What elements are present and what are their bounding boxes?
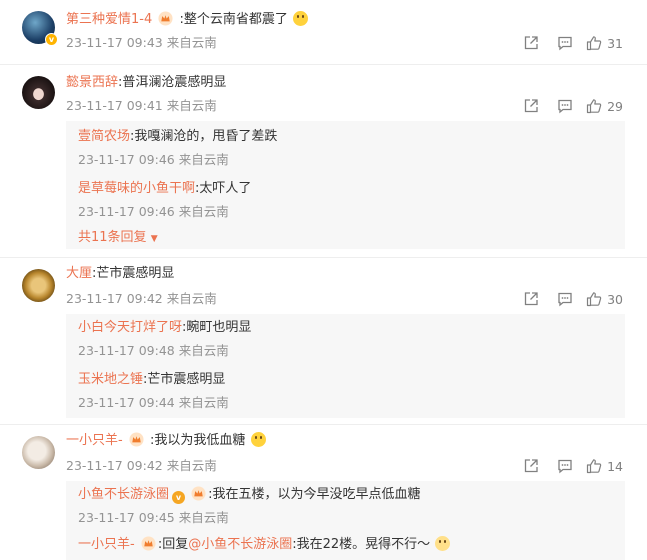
avatar[interactable] <box>22 269 55 302</box>
reply-list: 小白今天打烊了呀:畹町也明显 23-11-17 09:48 来自云南 玉米地之锤… <box>66 314 625 418</box>
reply-username[interactable]: 一小只羊- <box>78 537 135 552</box>
reply-username[interactable]: 小白今天打烊了呀 <box>78 320 182 335</box>
share-button[interactable] <box>523 33 539 53</box>
reply-button[interactable] <box>557 33 573 53</box>
like-button[interactable]: 14 <box>586 456 623 476</box>
reply-button[interactable] <box>557 289 573 309</box>
like-icon <box>586 36 602 51</box>
reply-timestamp: 23-11-17 09:44 来自云南 <box>78 395 229 410</box>
like-button[interactable]: 31 <box>586 33 623 53</box>
comment-timestamp: 23-11-17 09:43 来自云南 <box>66 35 217 50</box>
reply-text: :我嘎澜沧的，甩昏了差跌 <box>130 129 278 144</box>
like-button[interactable]: 30 <box>586 289 623 309</box>
like-count: 31 <box>607 35 623 51</box>
reply-text: :我在22楼。晃得不行～ <box>292 537 431 552</box>
reply-mention-link[interactable]: @小鱼不长游泳圈 <box>188 537 292 552</box>
comment-icon <box>558 459 572 474</box>
verified-badge-icon: v <box>45 33 58 46</box>
vip-crown-icon <box>191 486 206 501</box>
reply-list: 壹简农场:我嘎澜沧的，甩昏了差跌 23-11-17 09:46 来自云南 是草莓… <box>66 121 625 249</box>
more-replies-link[interactable]: 共11条回复 ▼ <box>78 229 158 248</box>
like-count: 29 <box>607 98 623 114</box>
vip-crown-icon <box>129 432 144 447</box>
reply-button[interactable] <box>557 456 573 476</box>
comment-item: 懿景西辞:普洱澜沧震感明显 23-11-17 09:41 来自云南 29 壹简农… <box>0 65 647 258</box>
comment-item: 大厘:芒市震感明显 23-11-17 09:42 来自云南 30 小白今天打烊了… <box>0 258 647 425</box>
laughing-emoji-icon <box>293 11 309 26</box>
like-icon <box>586 459 602 474</box>
comment-text: :普洱澜沧震感明显 <box>118 75 227 90</box>
share-icon <box>524 292 538 306</box>
reply-button[interactable] <box>557 96 573 116</box>
share-icon <box>524 99 538 113</box>
reply-list: 小鱼不长游泳圈 v :我在五楼，以为今早没吃早点低血糖 23-11-17 09:4… <box>66 481 625 560</box>
verified-check-icon: v <box>172 491 186 504</box>
comment-timestamp: 23-11-17 09:41 来自云南 <box>66 98 217 113</box>
like-icon <box>586 99 602 114</box>
avatar[interactable] <box>22 76 55 109</box>
comment-icon <box>558 36 572 51</box>
comment-text: :我以为我低血糖 <box>149 433 246 448</box>
comment-timestamp: 23-11-17 09:42 来自云南 <box>66 291 217 306</box>
reply-prefix: :回复 <box>157 537 189 552</box>
reply-timestamp: 23-11-17 09:45 来自云南 <box>78 510 229 525</box>
comment-text: :整个云南省都震了 <box>179 12 288 27</box>
avatar[interactable] <box>22 436 55 469</box>
share-button[interactable] <box>523 456 539 476</box>
comment-username[interactable]: 大厘 <box>66 266 92 281</box>
comment-item: 一小只羊- :我以为我低血糖 23-11-17 09:42 来自云南 14 小鱼… <box>0 425 647 560</box>
comment-icon <box>558 292 572 307</box>
like-button[interactable]: 29 <box>586 96 623 116</box>
share-icon <box>524 459 538 473</box>
reply-username[interactable]: 玉米地之锤 <box>78 372 143 387</box>
share-button[interactable] <box>523 289 539 309</box>
reply-text: :我在五楼，以为今早没吃早点低血糖 <box>208 487 421 502</box>
crying-emoji-icon <box>250 432 266 447</box>
comment-username[interactable]: 懿景西辞 <box>66 75 118 90</box>
reply-timestamp: 23-11-17 09:46 来自云南 <box>78 152 229 167</box>
dizzy-emoji-icon <box>435 536 451 551</box>
caret-down-icon: ▼ <box>150 234 158 244</box>
reply-timestamp: 23-11-17 09:46 来自云南 <box>78 204 229 219</box>
comment-icon <box>558 99 572 114</box>
reply-username[interactable]: 是草莓味的小鱼干啊 <box>78 181 195 196</box>
vip-crown-icon <box>141 536 156 551</box>
reply-username[interactable]: 壹简农场 <box>78 129 130 144</box>
like-count: 30 <box>607 291 623 307</box>
reply-text: :芒市震感明显 <box>143 372 226 387</box>
more-replies-label: 共11条回复 <box>78 230 147 245</box>
like-icon <box>586 292 602 307</box>
reply-text: :太吓人了 <box>195 181 252 196</box>
comment-text: :芒市震感明显 <box>92 266 175 281</box>
reply-username[interactable]: 小鱼不长游泳圈 <box>78 487 169 502</box>
comment-item: v 第三种爱情1-4 :整个云南省都震了 23-11-17 09:43 来自云南… <box>0 0 647 65</box>
reply-text: :畹町也明显 <box>182 320 252 335</box>
comment-username[interactable]: 一小只羊- <box>66 433 123 448</box>
like-count: 14 <box>607 458 623 474</box>
share-icon <box>524 36 538 50</box>
comment-timestamp: 23-11-17 09:42 来自云南 <box>66 458 217 473</box>
reply-timestamp: 23-11-17 09:48 来自云南 <box>78 343 229 358</box>
vip-crown-icon <box>158 11 173 26</box>
comment-username[interactable]: 第三种爱情1-4 <box>66 12 152 27</box>
share-button[interactable] <box>523 96 539 116</box>
